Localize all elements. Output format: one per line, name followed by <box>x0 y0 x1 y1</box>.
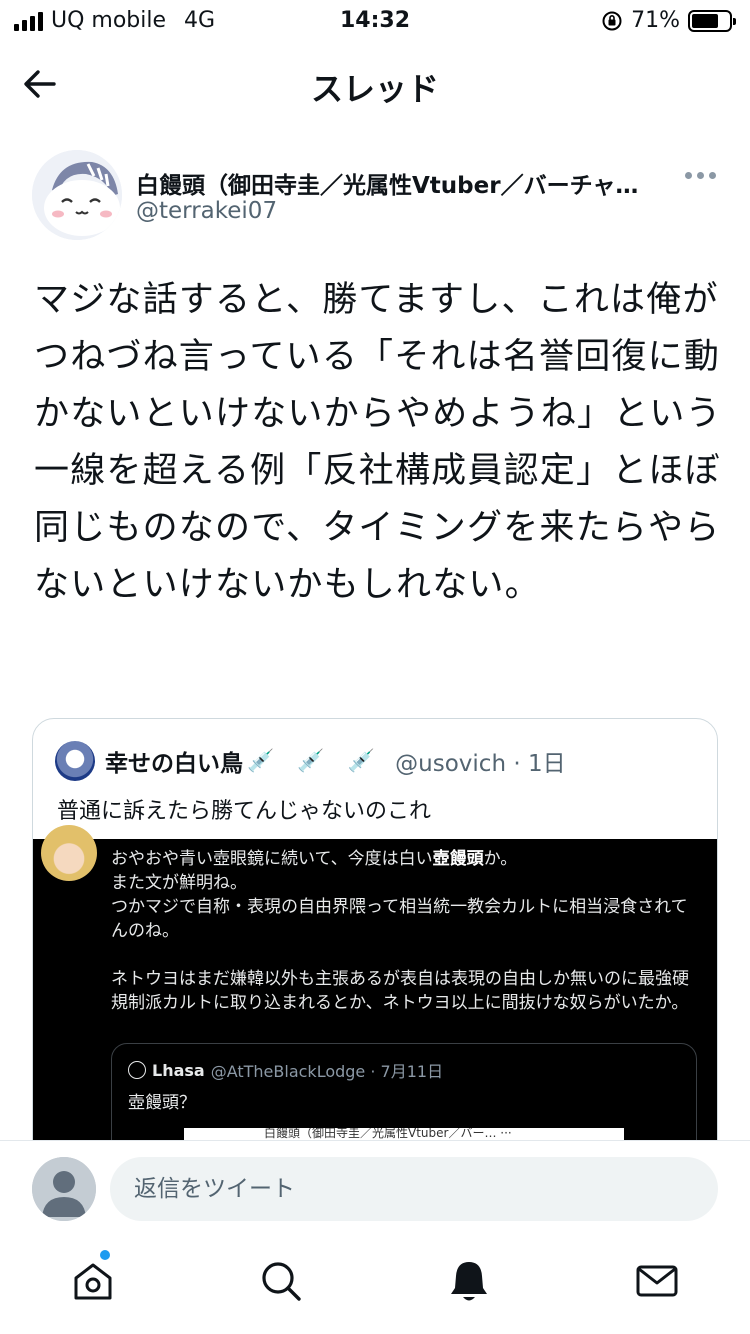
reply-avatar <box>32 1157 96 1221</box>
orientation-lock-icon <box>602 11 622 30</box>
image-line-3: つかマジで自称・表現の自由界隈って相当統一教会カルトに相当浸食されてんのね。 <box>111 897 688 941</box>
author-name[interactable]: 白饅頭（御田寺圭／光属性Vtuber／バーチャ… <box>136 166 666 200</box>
image-line-2: また文が鮮明ね。 <box>111 873 247 893</box>
search-icon <box>262 1262 301 1301</box>
battery-percent: 71% <box>631 8 680 33</box>
quoted-author-handle-time: @usovich · 1日 <box>395 751 566 777</box>
reply-bar: 返信をツイート <box>0 1140 750 1234</box>
image-text-block: おやおや青い壺眼鏡に続いて、今度は白い壺饅頭か。 また文が鮮明ね。 つかマジで自… <box>111 847 701 1015</box>
author-handle[interactable]: @terrakei07 <box>136 198 277 224</box>
messages-icon <box>636 1265 678 1297</box>
default-user-icon <box>32 1157 96 1221</box>
image-inner-avatar <box>128 1061 146 1079</box>
new-content-dot <box>100 1250 110 1260</box>
image-line-4: ネトウヨはまだ嫌韓以外も主張あるが表自は表現の自由しか無いのに最強硬規制派カルト… <box>111 969 689 1013</box>
tweet-text: マジな話すると、勝てますし、これは俺がつねづね言っている「それは名誉回復に動かな… <box>34 280 722 605</box>
image-inner-name: Lhasa <box>152 1060 205 1080</box>
more-dot-icon <box>685 172 692 179</box>
status-right: 71% <box>601 8 736 33</box>
tab-home[interactable] <box>70 1250 116 1304</box>
tab-search[interactable] <box>258 1258 304 1304</box>
image-line-1: おやおや青い壺眼鏡に続いて、今度は白い壺饅頭か。 <box>111 849 518 869</box>
more-options-button[interactable] <box>685 172 716 179</box>
status-bar: UQ mobile 4G 14:32 71% <box>0 0 750 42</box>
home-icon <box>74 1263 112 1300</box>
reply-input[interactable]: 返信をツイート <box>110 1157 718 1221</box>
image-inner-header: Lhasa @AtTheBlackLodge · 7月11日 <box>128 1058 443 1082</box>
header: スレッド <box>0 52 750 116</box>
quoted-tweet-header: 幸せの白い鳥 💉 💉 💉 @usovich · 1日 <box>55 741 566 781</box>
quoted-author-avatar <box>55 741 95 781</box>
tab-notifications[interactable] <box>446 1258 492 1304</box>
battery-fill <box>692 13 718 28</box>
tab-bar <box>0 1234 750 1334</box>
image-avatar <box>41 825 97 881</box>
tab-messages[interactable] <box>634 1258 680 1304</box>
quoted-author-name: 幸せの白い鳥 <box>105 751 243 777</box>
syringe-emoji-icons: 💉 💉 💉 <box>247 748 384 774</box>
notifications-icon <box>451 1262 487 1301</box>
quoted-tweet-text: 普通に訴えたら勝てんじゃないのこれ <box>57 799 432 824</box>
image-bold-word: 壺饅頭 <box>432 849 484 869</box>
page-title: スレッド <box>310 70 439 108</box>
author-avatar[interactable] <box>32 150 122 240</box>
image-inner-text: 壺饅頭？ <box>128 1093 196 1113</box>
quoted-tweet[interactable]: 幸せの白い鳥 💉 💉 💉 @usovich · 1日 普通に訴えたら勝てんじゃな… <box>32 718 718 1178</box>
image-inner-handle: @AtTheBlackLodge · 7月11日 <box>210 1062 444 1081</box>
more-dot-icon <box>697 172 704 179</box>
more-dot-icon <box>709 172 716 179</box>
battery-icon <box>688 9 736 32</box>
avatar-character-icon <box>32 150 122 240</box>
quoted-tweet-image[interactable]: おやおや青い壺眼鏡に続いて、今度は白い壺饅頭か。 また文が鮮明ね。 つかマジで自… <box>33 825 717 1177</box>
